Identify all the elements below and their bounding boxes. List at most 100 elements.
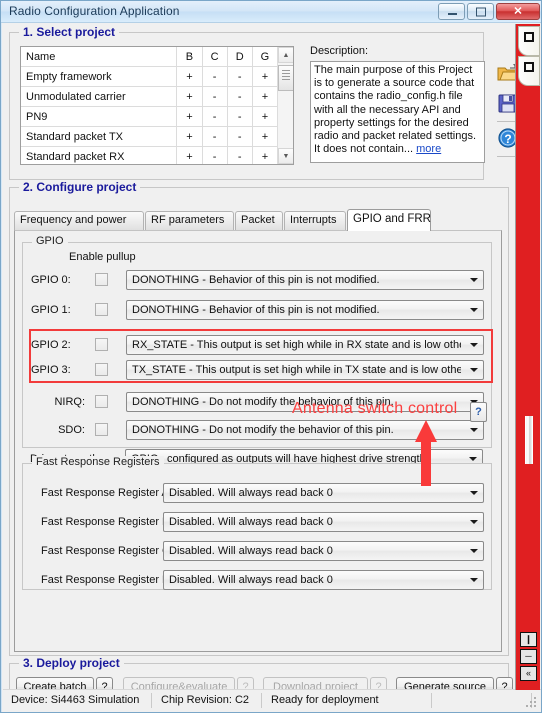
project-flag-b: +: [176, 86, 203, 107]
minimize-button[interactable]: [438, 3, 465, 20]
frr-row-b: Fast Response Register B: Disabled. Will…: [23, 510, 493, 540]
minimize-icon: [448, 13, 457, 15]
gpio-1-combobox[interactable]: DONOTHING - Behavior of this pin is not …: [126, 300, 484, 320]
panel-tab-1[interactable]: [518, 26, 540, 56]
status-chip-revision: Chip Revision: C2: [161, 694, 250, 706]
scroll-up-icon[interactable]: ▲: [278, 47, 293, 63]
status-divider-3: [431, 693, 432, 708]
status-bar: Device: Si4463 Simulation Chip Revision:…: [3, 689, 541, 711]
gpio-row-3: GPIO 3: TX_STATE - This output is set hi…: [23, 359, 493, 385]
project-table: Name B C D G Empty framework + - - + Unm…: [21, 47, 279, 164]
gpio-2-combobox[interactable]: RX_STATE - This output is set high while…: [126, 335, 484, 355]
gpio-2-pullup-checkbox[interactable]: [95, 338, 108, 351]
panel-splitter-handle[interactable]: [525, 416, 533, 464]
antenna-switch-annotation: Antenna switch control: [292, 400, 458, 417]
col-name: Name: [21, 47, 178, 67]
gpio-1-label: GPIO 1:: [31, 304, 71, 316]
chevron-down-icon: [470, 549, 478, 553]
frr-b-value: Disabled. Will always read back 0: [169, 516, 333, 528]
configure-project-group: 2. Configure project Frequency and power…: [9, 180, 509, 656]
tab-strip: Frequency and power RF parameters Packet…: [14, 209, 502, 231]
chevron-down-icon: [470, 368, 478, 372]
chevron-down-icon: [470, 428, 478, 432]
gpio-3-combobox[interactable]: TX_STATE - This output is set high while…: [126, 360, 484, 380]
chevron-down-icon: [470, 578, 478, 582]
project-name: Unmodulated carrier: [21, 86, 178, 107]
sdo-pullup-checkbox[interactable]: [95, 423, 108, 436]
table-row[interactable]: Empty framework + - - +: [21, 66, 279, 87]
table-row[interactable]: Standard packet TX + - - +: [21, 126, 279, 147]
chevron-down-icon: [470, 343, 478, 347]
col-g: G: [252, 47, 279, 67]
minimize-panel-button[interactable]: ─: [520, 649, 537, 664]
chevron-down-icon: [470, 491, 478, 495]
gpio-0-combobox[interactable]: DONOTHING - Behavior of this pin is not …: [126, 270, 484, 290]
gpio-help-button[interactable]: ?: [470, 402, 487, 422]
restore-panel-button[interactable]: ❙: [520, 632, 537, 647]
nirq-pullup-checkbox[interactable]: [95, 395, 108, 408]
tab-rf-parameters[interactable]: RF parameters: [145, 211, 234, 230]
deploy-project-title: 3. Deploy project: [19, 656, 124, 670]
frr-a-value: Disabled. Will always read back 0: [169, 487, 333, 499]
scrollbar-thumb[interactable]: [278, 65, 293, 91]
gpio-1-pullup-checkbox[interactable]: [95, 303, 108, 316]
table-row[interactable]: Unmodulated carrier + - - +: [21, 86, 279, 107]
select-project-group: 1. Select project Name B C D G Empty fra…: [9, 25, 520, 180]
status-divider-1: [151, 693, 152, 708]
window-controls: ✕: [438, 3, 540, 20]
project-flag-c: -: [202, 86, 228, 107]
maximize-icon: [475, 7, 486, 16]
project-flag-c: -: [202, 146, 228, 164]
col-c: C: [202, 47, 228, 67]
window-title: Radio Configuration Application: [9, 4, 180, 18]
table-row[interactable]: PN9 + - - +: [21, 106, 279, 127]
tab-interrupts[interactable]: Interrupts: [284, 211, 346, 230]
col-b: B: [176, 47, 203, 67]
project-list[interactable]: Name B C D G Empty framework + - - + Unm…: [20, 46, 294, 165]
gpio-0-pullup-checkbox[interactable]: [95, 273, 108, 286]
description-more-link[interactable]: more: [416, 143, 441, 155]
frr-b-combobox[interactable]: Disabled. Will always read back 0: [163, 512, 484, 532]
svg-text:?: ?: [504, 132, 511, 146]
frr-c-value: Disabled. Will always read back 0: [169, 545, 333, 557]
project-flag-g: +: [252, 86, 279, 107]
client-area: 1. Select project Name B C D G Empty fra…: [2, 23, 541, 712]
table-row[interactable]: Standard packet RX + - - +: [21, 146, 279, 164]
maximize-button[interactable]: [467, 3, 494, 20]
project-list-scrollbar[interactable]: ▲ ▼: [277, 47, 293, 164]
annotation-arrow-icon: [415, 420, 437, 486]
project-flag-c: -: [202, 106, 228, 127]
table-header-row: Name B C D G: [21, 47, 279, 67]
project-flag-d: -: [227, 126, 253, 147]
gpio-row-1: GPIO 1: DONOTHING - Behavior of this pin…: [23, 299, 493, 325]
frr-a-combobox[interactable]: Disabled. Will always read back 0: [163, 483, 484, 503]
frr-c-label: Fast Response Register C:: [41, 545, 174, 557]
tab-frequency-and-power[interactable]: Frequency and power: [14, 211, 144, 230]
collapse-panel-button[interactable]: «: [520, 666, 537, 681]
gpio-3-pullup-checkbox[interactable]: [95, 363, 108, 376]
scroll-down-icon[interactable]: ▼: [278, 148, 293, 164]
chevron-down-icon: [469, 457, 477, 461]
project-flag-d: -: [227, 106, 253, 127]
right-docked-panel: ❙ ─ «: [515, 24, 540, 690]
project-flag-g: +: [252, 126, 279, 147]
project-name: Standard packet TX: [21, 126, 178, 147]
project-name: Empty framework: [21, 66, 178, 87]
gpio-2-label: GPIO 2:: [31, 339, 71, 351]
frr-d-value: Disabled. Will always read back 0: [169, 574, 333, 586]
gpio-row-2: GPIO 2: RX_STATE - This output is set hi…: [23, 334, 493, 360]
gpio-0-value: DONOTHING - Behavior of this pin is not …: [132, 274, 380, 286]
frr-c-combobox[interactable]: Disabled. Will always read back 0: [163, 541, 484, 561]
description-text: The main purpose of this Project is to g…: [310, 61, 485, 163]
tab-gpio-and-frr[interactable]: GPIO and FRR: [347, 209, 431, 231]
nirq-label: NIRQ:: [54, 396, 85, 408]
panel-tab-2[interactable]: [518, 56, 540, 86]
gpio-1-value: DONOTHING - Behavior of this pin is not …: [132, 304, 380, 316]
close-button[interactable]: ✕: [496, 3, 540, 20]
project-flag-c: -: [202, 66, 228, 87]
tab-packet[interactable]: Packet: [235, 211, 283, 230]
panel-tab-square-icon: [524, 32, 534, 42]
resize-grip[interactable]: [526, 697, 538, 709]
frr-d-label: Fast Response Register D:: [41, 574, 174, 586]
frr-d-combobox[interactable]: Disabled. Will always read back 0: [163, 570, 484, 590]
